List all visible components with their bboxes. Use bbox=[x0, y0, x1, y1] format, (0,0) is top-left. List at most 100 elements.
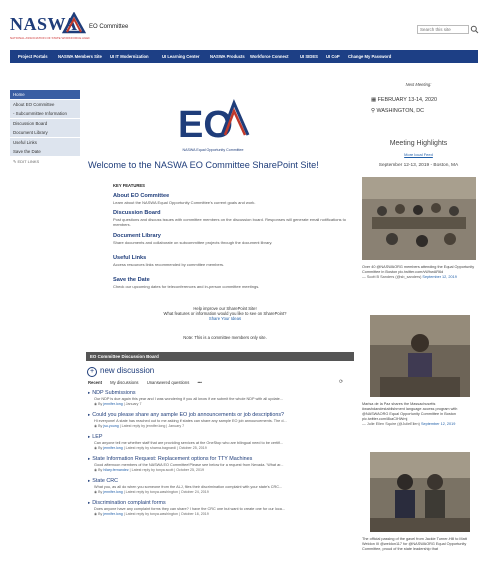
key-features-heading: KEY FEATURES bbox=[113, 183, 145, 188]
leftnav-item-documents[interactable]: Document Library bbox=[10, 128, 80, 137]
discussion-excerpt: Does anyone have any complaint forms the… bbox=[94, 507, 286, 511]
photo-caption-2: Marisa de la Paz shares the Massachusett… bbox=[362, 402, 477, 427]
search-input[interactable] bbox=[417, 25, 469, 34]
discussion-title[interactable]: ▸ NDP Submissions bbox=[88, 390, 350, 396]
list-item: ▸ Discrimination complaint forms Does any… bbox=[88, 500, 350, 522]
meta-text: Latest reply by jennifer.long | January … bbox=[121, 424, 185, 428]
leftnav-item-save-date[interactable]: Save the Date bbox=[10, 147, 80, 156]
site-title[interactable]: EO Committee bbox=[89, 24, 128, 30]
edit-links-button[interactable]: ✎ EDIT LINKS bbox=[10, 157, 80, 166]
chevron-right-icon: ▸ bbox=[88, 412, 91, 417]
author-link[interactable]: hilary.fernandez bbox=[103, 468, 128, 472]
discussion-title-text: State Information Request: Replacement o… bbox=[92, 456, 253, 462]
leftnav-item-links[interactable]: Useful Links bbox=[10, 137, 80, 147]
page-title: Welcome to the NASWA EO Committee ShareP… bbox=[88, 160, 319, 170]
nav-item-ui-learning-center[interactable]: UI Learning Center bbox=[162, 50, 199, 63]
share-ideas-link[interactable]: Share Your Ideas bbox=[209, 316, 241, 321]
tab-recent[interactable]: Recent bbox=[88, 380, 102, 385]
discussion-title[interactable]: ▸ Could you please share any sample EO jo… bbox=[88, 412, 350, 418]
tab-more[interactable]: ••• bbox=[197, 380, 201, 385]
meta-text: Latest reply by tonya.washington | Octob… bbox=[125, 490, 209, 494]
leftnav-item-discussion[interactable]: Discussion Board bbox=[10, 118, 80, 128]
list-item: ▸ State Information Request: Replacement … bbox=[88, 456, 350, 478]
nav-item-ui-sides[interactable]: UI SIDES bbox=[300, 50, 318, 63]
eo-logo-subtitle: NASWA Equal Opportunity Committee bbox=[182, 148, 244, 152]
author-link[interactable]: jennifer.long bbox=[103, 446, 122, 450]
feature-save-date: Save the Date Check our upcoming dates f… bbox=[113, 277, 363, 289]
discussion-title-text: Could you please share any sample EO job… bbox=[92, 412, 285, 418]
list-item: ▸ Could you please share any sample EO jo… bbox=[88, 412, 350, 434]
discussion-meta: ◉ By jennifer.long | Latest reply by ton… bbox=[94, 490, 209, 494]
nav-item-products[interactable]: NASWA Products bbox=[210, 50, 245, 63]
author-link[interactable]: jsu.young bbox=[103, 424, 118, 428]
nav-item-workforce-connect[interactable]: Workforce Connect bbox=[250, 50, 289, 63]
tab-unanswered[interactable]: Unanswered questions bbox=[147, 380, 190, 385]
svg-text:EO: EO bbox=[178, 104, 233, 143]
discussion-title-text: State CRC bbox=[92, 478, 119, 484]
discussion-excerpt: Hi everyone! A state has reached out to … bbox=[94, 419, 287, 423]
nav-item-ui-it-modernization[interactable]: UI IT Modernization bbox=[110, 50, 149, 63]
discussion-excerpt: Our NDP is due again this year and I was… bbox=[94, 397, 283, 401]
highlights-date: September 12-13, 2019 - Boston, MA bbox=[378, 163, 459, 168]
discussion-title[interactable]: ▸ Discrimination complaint forms bbox=[88, 500, 350, 506]
meeting-photo-3[interactable] bbox=[370, 452, 470, 532]
discussion-meta: ◉ By jennifer.long | January 7 bbox=[94, 402, 142, 406]
discussion-title[interactable]: ▸ State Information Request: Replacement … bbox=[88, 456, 350, 462]
caption-date-link[interactable]: September 12, 2019 bbox=[421, 422, 455, 426]
feature-title[interactable]: Save the Date bbox=[113, 277, 363, 283]
author-link[interactable]: jennifer.long bbox=[103, 402, 122, 406]
caption-text: Over 40 @NASWAORG members attending the … bbox=[362, 265, 475, 274]
discussion-title[interactable]: ▸ LEP bbox=[88, 434, 350, 440]
calendar-icon: ▦ bbox=[371, 97, 378, 103]
top-nav-bar: Project Portals NASWA Members Site UI IT… bbox=[10, 50, 478, 63]
plus-icon: + bbox=[87, 367, 97, 377]
discussion-title[interactable]: ▸ State CRC bbox=[88, 478, 350, 484]
naswa-logo[interactable]: NASWA NATIONAL ASSOCIATION OF STATE WORK… bbox=[10, 12, 90, 46]
meeting-photo-2[interactable] bbox=[370, 315, 470, 397]
meeting-location: ⚲ WASHINGTON, DC bbox=[371, 108, 424, 114]
tab-my-discussions[interactable]: My discussions bbox=[110, 380, 138, 385]
logo-tagline: NATIONAL ASSOCIATION OF STATE WORKFORCE … bbox=[10, 36, 90, 40]
highlights-feed-link[interactable]: More local Feed bbox=[361, 152, 476, 157]
leftnav-item-about[interactable]: About EO Committee bbox=[10, 99, 80, 109]
nav-item-project-portals[interactable]: Project Portals bbox=[18, 50, 48, 63]
feature-desc: Share documents and collaborate on subco… bbox=[113, 240, 273, 245]
nav-item-members-site[interactable]: NASWA Members Site bbox=[58, 50, 102, 63]
leftnav-item-home[interactable]: Home bbox=[10, 90, 80, 99]
logo-swoosh-icon bbox=[62, 12, 86, 34]
meta-text: Latest reply by sharna.bagnardi | Octobe… bbox=[125, 446, 207, 450]
caption-text: Marisa de la Paz shares the Massachusett… bbox=[362, 402, 458, 421]
discussion-title-text: NDP Submissions bbox=[92, 390, 136, 396]
caption-source: — Scott B Sanders (@sb_sanders) Septembe… bbox=[362, 275, 477, 280]
discussion-excerpt: What you, as all do when you someone fro… bbox=[94, 485, 283, 489]
leftnav-item-subcommittee[interactable]: - Subcommittee Information bbox=[10, 109, 80, 118]
new-discussion-button[interactable]: + new discussion bbox=[87, 366, 154, 377]
meeting-highlights-title: Meeting Highlights bbox=[389, 140, 448, 147]
feature-desc: Check our upcoming dates for teleconfere… bbox=[113, 284, 260, 289]
meeting-location-text: WASHINGTON, DC bbox=[376, 108, 425, 114]
search-icon[interactable] bbox=[470, 25, 479, 34]
nav-item-ui-cop[interactable]: UI CoP bbox=[326, 50, 340, 63]
discussion-board-header: EO Committee Discussion Board bbox=[86, 352, 354, 361]
gavel-passing-image bbox=[370, 452, 470, 532]
feature-title[interactable]: Document Library bbox=[113, 233, 363, 239]
feature-title[interactable]: About EO Committee bbox=[113, 193, 363, 199]
caption-author: — Julie Ellen Squire (@JulieEllen) bbox=[362, 422, 420, 426]
author-link[interactable]: jennifer.long bbox=[103, 490, 122, 494]
list-item: ▸ LEP Can anyone tell me whether staff th… bbox=[88, 434, 350, 456]
feature-title[interactable]: Discussion Board bbox=[113, 210, 363, 216]
feature-desc: Learn about the NASWA Equal Opportunity … bbox=[113, 200, 256, 205]
caption-date-link[interactable]: September 12, 2019 bbox=[422, 275, 456, 279]
meta-text: January 7 bbox=[125, 402, 142, 406]
feature-title[interactable]: Useful Links bbox=[113, 255, 363, 261]
photo-caption-3: The official passing of the gavel from J… bbox=[362, 537, 477, 552]
caption-author: — Scott B Sanders (@sb_sanders) bbox=[362, 275, 422, 279]
discussion-title-text: Discrimination complaint forms bbox=[92, 500, 166, 506]
caption-text: The official passing of the gavel from J… bbox=[362, 537, 467, 551]
discussion-meta: ◉ By jsu.young | Latest reply by jennife… bbox=[94, 424, 185, 428]
meeting-photo-1[interactable] bbox=[362, 177, 476, 260]
refresh-icon[interactable]: ⟳ bbox=[339, 379, 343, 385]
nav-item-change-password[interactable]: Change My Password bbox=[348, 50, 391, 63]
discussion-tabs: Recent My discussions Unanswered questio… bbox=[88, 380, 350, 385]
author-link[interactable]: jennifer.long bbox=[103, 512, 122, 516]
